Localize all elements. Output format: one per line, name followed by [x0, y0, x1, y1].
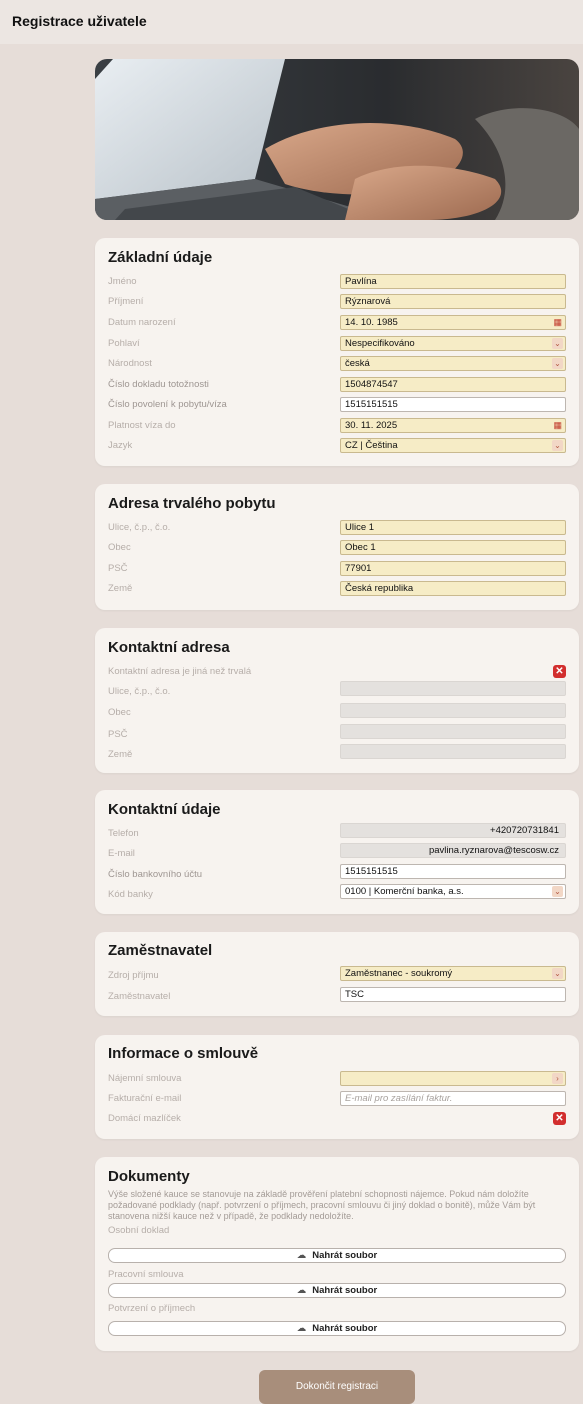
chevron-down-icon[interactable]: ⌄ — [552, 968, 563, 979]
chevron-down-icon[interactable]: ⌄ — [552, 886, 563, 897]
label-email: E-mail — [108, 848, 135, 859]
page-title: Registrace uživatele — [12, 13, 147, 29]
label-bank-account: Číslo bankovního účtu — [108, 869, 203, 880]
phone-field: +420720731841 — [340, 823, 566, 838]
section-title: Informace o smlouvě — [108, 1045, 259, 1062]
language-select[interactable]: CZ | Čeština ⌄ — [340, 438, 566, 453]
calendar-icon[interactable]: ▦ — [553, 316, 562, 328]
section-title: Kontaktní adresa — [108, 639, 230, 656]
nationality-select[interactable]: česká ⌄ — [340, 356, 566, 371]
card-permanent-address: Adresa trvalého pobytu Ulice, č.p., č.o.… — [95, 484, 579, 610]
label-city: Obec — [108, 542, 131, 553]
last-name-field[interactable]: Rýznarová — [340, 294, 566, 309]
label-gender: Pohlaví — [108, 338, 140, 349]
cloud-upload-icon: ☁ — [296, 1323, 307, 1334]
contact-city-field — [340, 703, 566, 718]
street-field[interactable]: Ulice 1 — [340, 520, 566, 535]
different-address-toggle[interactable]: ✕ — [553, 665, 566, 678]
cloud-upload-icon: ☁ — [296, 1285, 307, 1296]
pet-toggle[interactable]: ✕ — [553, 1112, 566, 1125]
label-birth-date: Datum narození — [108, 317, 176, 328]
birth-date-field[interactable]: 14. 10. 1985 ▦ — [340, 315, 566, 330]
upload-contract-button[interactable]: ☁ Nahrát soubor — [108, 1283, 566, 1298]
visa-number-field[interactable]: 1515151515 — [340, 397, 566, 412]
label-contact-country: Země — [108, 749, 133, 760]
section-title: Dokumenty — [108, 1168, 190, 1185]
section-title: Základní údaje — [108, 249, 213, 266]
billing-email-field[interactable]: E-mail pro zasílání faktur. — [340, 1091, 566, 1106]
gender-select[interactable]: Nespecifikováno ⌄ — [340, 336, 566, 351]
label-first-name: Jméno — [108, 276, 137, 287]
first-name-field[interactable]: Pavlína — [340, 274, 566, 289]
label-street: Ulice, č.p., č.o. — [108, 522, 171, 533]
section-title: Zaměstnavatel — [108, 942, 213, 959]
cloud-upload-icon: ☁ — [296, 1250, 307, 1261]
contact-street-field — [340, 681, 566, 696]
id-number-field[interactable]: 1504874547 — [340, 377, 566, 392]
employer-field[interactable]: TSC — [340, 987, 566, 1002]
visa-validity-field[interactable]: 30. 11. 2025 ▦ — [340, 418, 566, 433]
top-bar: Registrace uživatele — [0, 0, 583, 44]
contact-zip-field — [340, 724, 566, 739]
label-income-source: Zdroj příjmu — [108, 970, 159, 981]
country-field[interactable]: Česká republika — [340, 581, 566, 596]
card-documents: Dokumenty Výše složené kauce se stanovuj… — [95, 1157, 579, 1351]
hero-image — [95, 59, 579, 220]
income-source-select[interactable]: Zaměstnanec - soukromý ⌄ — [340, 966, 566, 981]
chevron-down-icon[interactable]: ⌄ — [552, 358, 563, 369]
bank-account-field[interactable]: 1515151515 — [340, 864, 566, 879]
chevron-right-icon[interactable]: › — [552, 1073, 563, 1084]
city-field[interactable]: Obec 1 — [340, 540, 566, 555]
label-visa-validity: Platnost víza do — [108, 420, 176, 431]
bank-code-select[interactable]: 0100 | Komerční banka, a.s. ⌄ — [340, 884, 566, 899]
label-billing-email: Fakturační e-mail — [108, 1093, 182, 1104]
label-last-name: Příjmení — [108, 296, 144, 307]
label-different-address: Kontaktní adresa je jiná než trvalá — [108, 666, 252, 677]
label-contact-zip: PSČ — [108, 729, 128, 740]
complete-registration-button[interactable]: Dokončit registraci — [259, 1370, 415, 1404]
label-id-number: Číslo dokladu totožnosti — [108, 379, 209, 390]
contact-country-field — [340, 744, 566, 759]
label-bank-code: Kód banky — [108, 889, 153, 900]
chevron-down-icon[interactable]: ⌄ — [552, 440, 563, 451]
card-employer: Zaměstnavatel Zdroj příjmu Zaměstnanec -… — [95, 932, 579, 1016]
section-title: Adresa trvalého pobytu — [108, 495, 276, 512]
zip-field[interactable]: 77901 — [340, 561, 566, 576]
card-contact-info: Kontaktní údaje Telefon +420720731841 E-… — [95, 790, 579, 914]
upload-id-button[interactable]: ☁ Nahrát soubor — [108, 1248, 566, 1263]
label-upload-income: Potvrzení o příjmech — [108, 1303, 196, 1314]
label-upload-id: Osobní doklad — [108, 1225, 170, 1236]
label-nationality: Národnost — [108, 358, 152, 369]
card-basic-info: Základní údaje Jméno Pavlína Příjmení Rý… — [95, 238, 579, 466]
label-phone: Telefon — [108, 828, 139, 839]
label-upload-contract: Pracovní smlouva — [108, 1269, 184, 1280]
label-contact-street: Ulice, č.p., č.o. — [108, 686, 171, 697]
card-contact-address: Kontaktní adresa Kontaktní adresa je jin… — [95, 628, 579, 773]
label-visa-number: Číslo povolení k pobytu/víza — [108, 399, 227, 410]
label-pet: Domácí mazlíček — [108, 1113, 181, 1124]
calendar-icon[interactable]: ▦ — [553, 419, 562, 431]
label-employer: Zaměstnavatel — [108, 991, 171, 1002]
label-zip: PSČ — [108, 563, 128, 574]
lease-select[interactable]: › — [340, 1071, 566, 1086]
label-lease: Nájemní smlouva — [108, 1073, 182, 1084]
label-country: Země — [108, 583, 133, 594]
card-contract-info: Informace o smlouvě Nájemní smlouva › Fa… — [95, 1035, 579, 1139]
label-language: Jazyk — [108, 440, 133, 451]
chevron-down-icon[interactable]: ⌄ — [552, 338, 563, 349]
label-contact-city: Obec — [108, 707, 131, 718]
documents-description: Výše složené kauce se stanovuje na zákla… — [108, 1189, 536, 1221]
upload-income-button[interactable]: ☁ Nahrát soubor — [108, 1321, 566, 1336]
email-field: pavlina.ryznarova@tescosw.cz — [340, 843, 566, 858]
section-title: Kontaktní údaje — [108, 801, 221, 818]
